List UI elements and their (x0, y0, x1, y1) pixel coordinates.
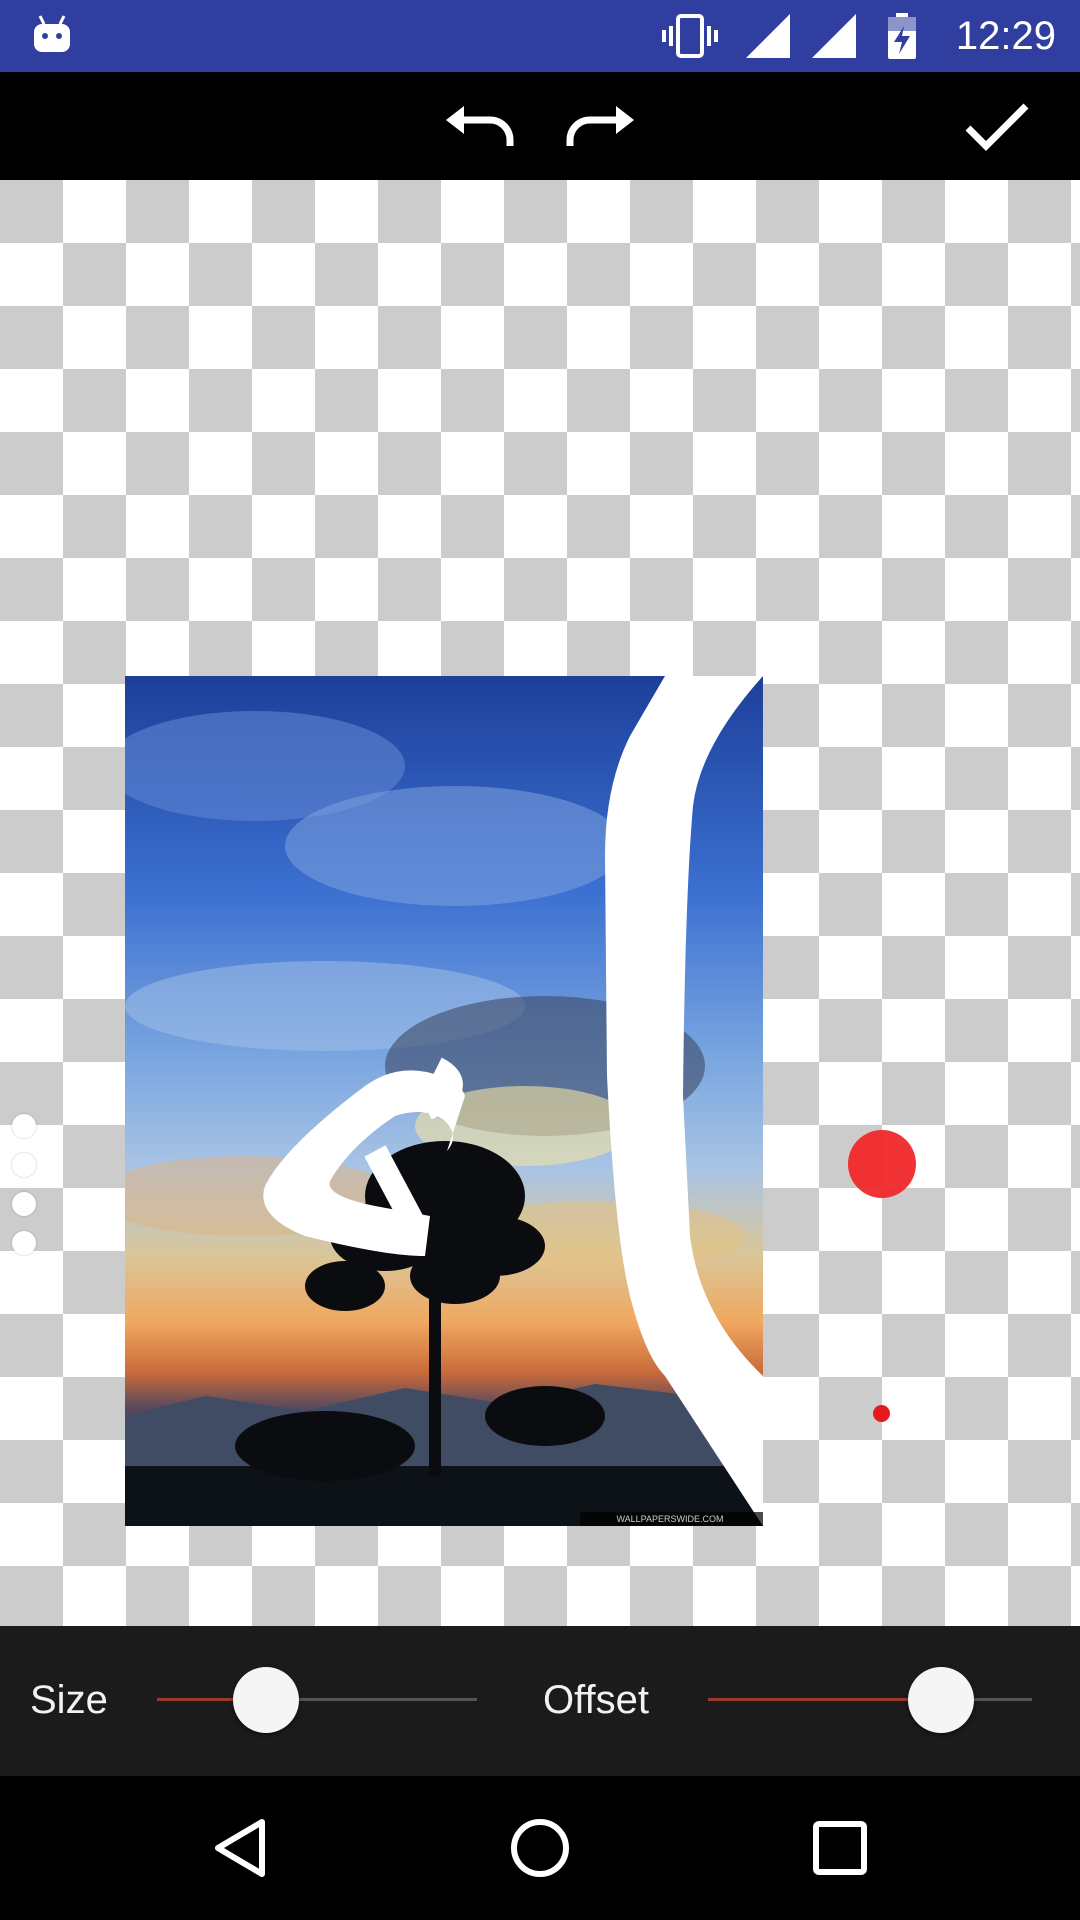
signal-icon (812, 14, 856, 58)
clock: 12:29 (955, 14, 1056, 58)
sky-tree-photo[interactable]: WALLPAPERSWIDE.COM (125, 676, 763, 1526)
undo-icon[interactable] (440, 94, 520, 160)
handle-dot (12, 1231, 36, 1255)
offset-slider[interactable] (708, 1626, 1032, 1776)
brush-cursor[interactable] (848, 1130, 916, 1198)
brush-controls: Size Offset (0, 1626, 1080, 1776)
handle-dot (12, 1153, 36, 1177)
offset-slider-thumb[interactable] (908, 1667, 974, 1733)
size-label: Size (30, 1678, 108, 1722)
android-icon (34, 15, 70, 52)
vibrate-icon (662, 14, 718, 58)
check-icon[interactable] (958, 94, 1038, 160)
offset-label: Offset (543, 1678, 649, 1722)
signal-icon (746, 14, 790, 58)
recents-icon[interactable] (800, 1806, 880, 1890)
brush-offset-point (873, 1405, 890, 1422)
watermark-text: WALLPAPERSWIDE.COM (616, 1514, 723, 1524)
home-icon[interactable] (500, 1806, 580, 1890)
redo-icon[interactable] (560, 94, 640, 160)
handle-dot (12, 1114, 36, 1138)
back-icon[interactable] (200, 1806, 280, 1890)
battery-charging-icon (888, 13, 916, 59)
navigation-bar (0, 1776, 1080, 1920)
size-slider[interactable] (157, 1626, 477, 1776)
editing-canvas[interactable]: WALLPAPERSWIDE.COM (0, 180, 1080, 1626)
status-bar: 12:29 (0, 0, 1080, 72)
size-slider-thumb[interactable] (233, 1667, 299, 1733)
handle-dot (12, 1192, 36, 1216)
editor-toolbar (0, 72, 1080, 180)
side-handle[interactable] (12, 1114, 38, 1270)
offset-slider-fill (708, 1698, 941, 1701)
